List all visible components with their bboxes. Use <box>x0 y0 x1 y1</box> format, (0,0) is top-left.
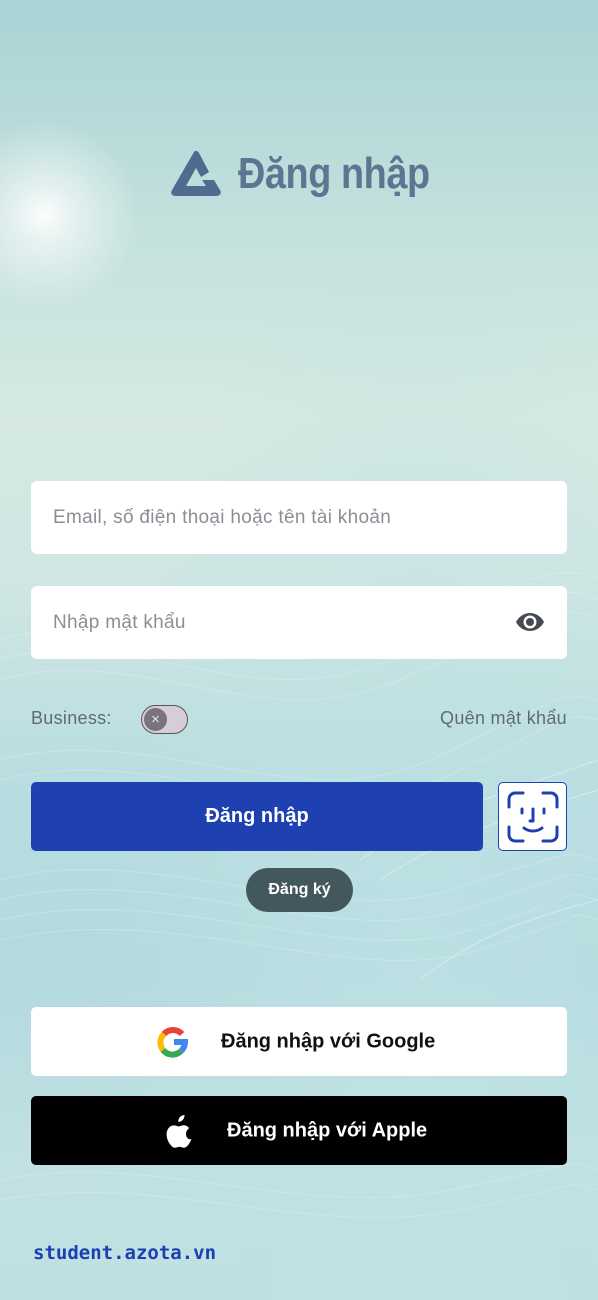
page-title: Đăng nhập <box>238 149 430 198</box>
google-icon <box>157 1026 189 1058</box>
azota-logo-icon <box>171 150 221 196</box>
close-icon: × <box>144 708 167 731</box>
face-id-icon <box>507 791 558 842</box>
apple-login-button[interactable]: Đăng nhập với Apple <box>31 1096 567 1165</box>
username-input[interactable] <box>53 506 493 529</box>
google-login-button[interactable]: Đăng nhập với Google <box>31 1007 567 1076</box>
business-label: Business: <box>31 708 112 728</box>
business-toggle[interactable]: × <box>141 705 188 734</box>
faceid-button[interactable] <box>498 782 567 851</box>
password-input[interactable] <box>53 611 493 634</box>
brand-header: Đăng nhập <box>170 150 461 198</box>
google-login-label: Đăng nhập với Google <box>221 1030 436 1052</box>
site-url: student.azota.vn <box>33 1242 217 1264</box>
eye-icon[interactable] <box>515 610 545 634</box>
register-button[interactable]: Đăng ký <box>246 868 353 912</box>
apple-icon <box>166 1114 192 1148</box>
password-field[interactable] <box>31 586 567 659</box>
login-button[interactable]: Đăng nhập <box>31 782 483 851</box>
apple-login-label: Đăng nhập với Apple <box>227 1119 428 1141</box>
username-field[interactable] <box>31 481 567 554</box>
forgot-password-link[interactable]: Quên mật khẩu <box>440 708 567 729</box>
